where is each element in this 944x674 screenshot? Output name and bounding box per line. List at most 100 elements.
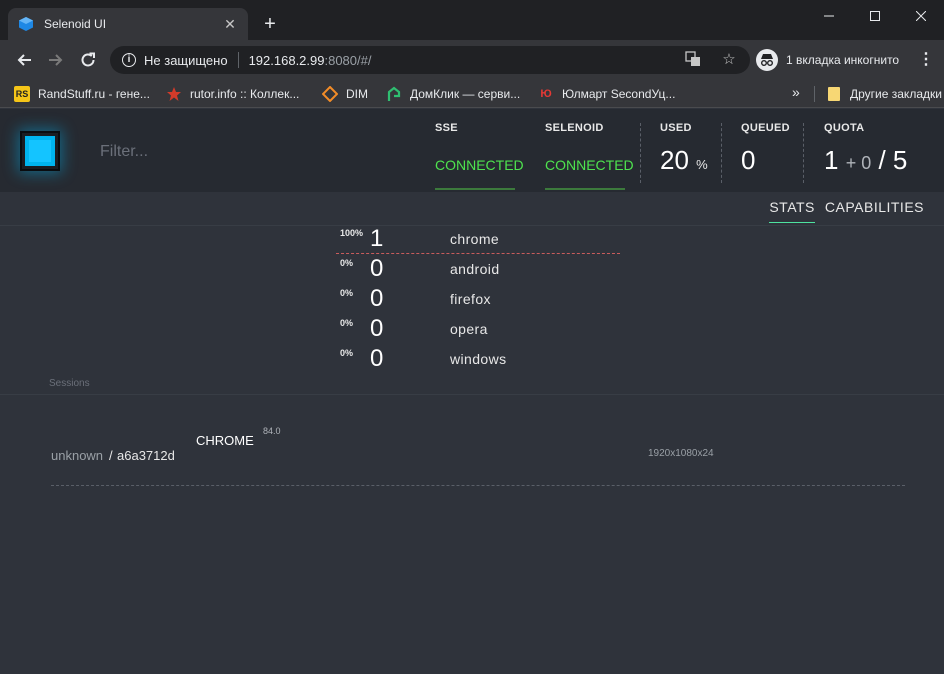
- bookmark-label: RandStuff.ru - гене...: [38, 87, 150, 101]
- selenoid-label: SELENOID: [545, 122, 604, 134]
- header-divider: [721, 123, 722, 183]
- used-value-wrap: 20 %: [660, 145, 708, 176]
- incognito-icon: [756, 49, 778, 71]
- session-user: unknown: [51, 448, 104, 463]
- sse-label: SSE: [435, 122, 458, 134]
- bookmarks-separator: [814, 86, 815, 102]
- new-tab-plus-icon[interactable]: +: [260, 14, 280, 34]
- quota-total: / 5: [878, 145, 908, 175]
- selenoid-logo-icon[interactable]: [20, 131, 60, 171]
- reload-icon[interactable]: [76, 48, 100, 72]
- back-arrow-icon[interactable]: [12, 48, 36, 72]
- domclick-icon: [386, 86, 402, 102]
- session-id[interactable]: a6a3712d: [117, 448, 175, 463]
- browser-menu-icon[interactable]: ⋮: [918, 50, 934, 70]
- browser-tab[interactable]: Selenoid UI ✕: [8, 8, 248, 40]
- filter-input[interactable]: [100, 141, 400, 163]
- bookmarks-bar: RS RandStuff.ru - гене... rutor.info :: …: [0, 80, 944, 108]
- session-row[interactable]: unknown / a6a3712d CHROME 84.0 1920x1080…: [51, 424, 905, 488]
- bookmark-item[interactable]: ДомКлик — серви...: [386, 85, 520, 103]
- maximize-icon[interactable]: [852, 0, 898, 32]
- bookmark-label: ДомКлик — серви...: [410, 87, 521, 101]
- browser-percent: 0%: [340, 288, 354, 298]
- divider: [0, 394, 944, 395]
- queued-value: 0: [741, 145, 756, 175]
- queued-stat: QUEUED 0: [741, 109, 801, 192]
- header-divider: [640, 123, 641, 183]
- url-host: 192.168.2.99: [248, 52, 325, 68]
- used-stat: USED 20 %: [660, 109, 720, 192]
- view-tabs: STATS CAPABILITIES: [769, 199, 924, 223]
- bookmark-label: Юлмарт SecondУц...: [562, 87, 676, 101]
- browser-stat-row: 0% 0 android: [336, 255, 626, 285]
- quota-used: 1: [824, 145, 839, 175]
- sse-status: SSE CONNECTED: [434, 109, 534, 192]
- omnibox-separator: [237, 52, 239, 68]
- window-close-icon[interactable]: [898, 0, 944, 32]
- browser-count: 0: [370, 345, 384, 372]
- browser-count: 0: [370, 315, 384, 342]
- bookmark-item[interactable]: DIM: [322, 85, 368, 103]
- browser-toolbar: i Не защищено 192.168.2.99 :8080/#/ ☆ 1 …: [0, 40, 944, 80]
- info-icon[interactable]: i: [122, 53, 136, 67]
- selenoid-underline: [545, 188, 625, 190]
- browser-count: 1: [370, 225, 384, 252]
- tab-stats[interactable]: STATS: [769, 199, 815, 223]
- sse-underline: [435, 188, 515, 190]
- header-divider: [803, 123, 804, 183]
- quota-value-wrap: 1 + 0 / 5: [824, 145, 907, 176]
- dim-icon: [322, 86, 338, 102]
- bookmark-item[interactable]: RS RandStuff.ru - гене...: [14, 85, 150, 103]
- forward-arrow-icon[interactable]: [44, 48, 68, 72]
- browser-count: 0: [370, 285, 384, 312]
- queued-label: QUEUED: [741, 122, 790, 134]
- used-value: 20: [660, 145, 689, 175]
- quota-label: QUOTA: [824, 122, 865, 134]
- browser-stat-row: 0% 0 opera: [336, 315, 626, 345]
- quota-pending: + 0: [845, 153, 872, 173]
- browser-name: windows: [450, 351, 507, 367]
- incognito-indicator[interactable]: 1 вкладка инкогнито: [756, 47, 899, 73]
- randstuff-icon: RS: [14, 86, 30, 102]
- rutor-icon: [166, 86, 182, 102]
- session-resolution: 1920x1080x24: [648, 448, 714, 459]
- bookmark-item[interactable]: Ю Юлмарт SecondУц...: [538, 85, 675, 103]
- selenoid-header: SSE CONNECTED SELENOID CONNECTED USED 20…: [0, 109, 944, 192]
- browser-stat-row: 0% 0 firefox: [336, 285, 626, 315]
- tab-close-icon[interactable]: ✕: [222, 16, 238, 32]
- tab-capabilities[interactable]: CAPABILITIES: [825, 199, 924, 223]
- browser-name: android: [450, 261, 500, 277]
- browser-name: firefox: [450, 291, 491, 307]
- selenoid-status: SELENOID CONNECTED: [544, 109, 644, 192]
- bookmarks-overflow-icon[interactable]: »: [792, 84, 800, 100]
- other-bookmarks[interactable]: Другие закладки: [826, 85, 942, 103]
- not-secure-label: Не защищено: [144, 52, 228, 68]
- browser-stat-row: 0% 0 windows: [336, 345, 626, 375]
- folder-icon: [826, 86, 842, 102]
- browser-usage-line: [336, 253, 620, 254]
- other-bookmarks-label: Другие закладки: [850, 87, 942, 101]
- used-unit: %: [696, 157, 708, 172]
- browser-stat-row: 100% 1 chrome: [336, 225, 626, 255]
- sse-status-value: CONNECTED: [435, 157, 524, 173]
- minimize-icon[interactable]: [806, 0, 852, 32]
- url-path: :8080/#/: [324, 52, 372, 68]
- selenoid-status-value: CONNECTED: [545, 157, 634, 173]
- translate-icon[interactable]: [684, 51, 702, 69]
- session-browser-version: 84.0: [263, 426, 281, 436]
- tab-title: Selenoid UI: [44, 17, 107, 31]
- bookmark-star-icon[interactable]: ☆: [720, 51, 738, 69]
- session-separator: /: [109, 448, 113, 463]
- address-bar[interactable]: i Не защищено 192.168.2.99 :8080/#/ ☆: [110, 46, 750, 74]
- browser-name: chrome: [450, 231, 500, 247]
- ulmart-icon: Ю: [540, 88, 552, 100]
- bookmark-label: DIM: [346, 87, 368, 101]
- incognito-label: 1 вкладка инкогнито: [786, 53, 900, 67]
- session-browser: CHROME: [196, 433, 254, 448]
- used-label: USED: [660, 122, 692, 134]
- bookmark-label: rutor.info :: Коллек...: [190, 87, 300, 101]
- browser-name: opera: [450, 321, 488, 337]
- browser-count: 0: [370, 255, 384, 282]
- bookmark-item[interactable]: rutor.info :: Коллек...: [166, 85, 299, 103]
- browser-percent: 0%: [340, 258, 354, 268]
